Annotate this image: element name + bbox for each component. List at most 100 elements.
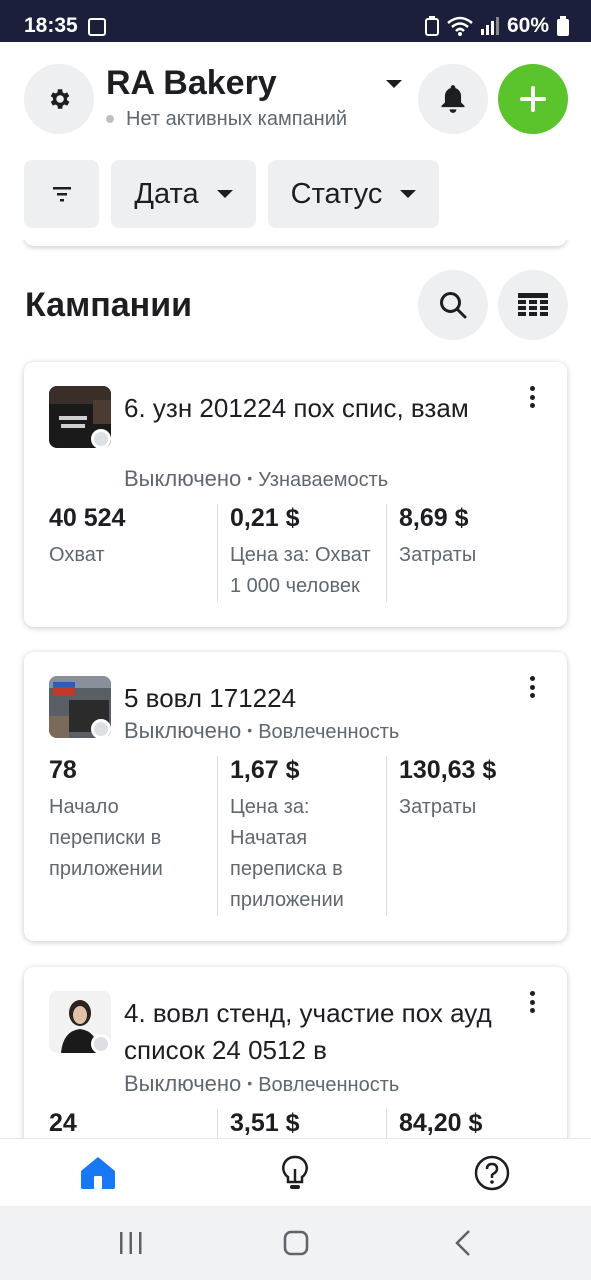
recent-apps-icon <box>120 1232 142 1254</box>
more-options-icon[interactable] <box>529 676 535 698</box>
campaign-card[interactable]: 4. вовл стенд, участие пох ауд список 24… <box>24 967 567 1138</box>
search-button[interactable] <box>418 270 488 340</box>
notifications-button[interactable] <box>418 64 488 134</box>
account-status: Нет активных кампаний <box>126 108 348 130</box>
metric: 3,51 $ <box>218 1109 387 1138</box>
system-nav-bar <box>0 1206 591 1280</box>
battery-icon <box>557 16 569 36</box>
metric-value: 0,21 $ <box>230 504 300 532</box>
wifi-icon <box>447 16 473 36</box>
metric: 78 Начало переписки в приложении <box>49 756 218 916</box>
campaign-objective: Вовлеченность <box>258 721 400 743</box>
home-square-icon <box>283 1230 309 1256</box>
gallery-notification-icon <box>88 18 106 36</box>
campaign-name[interactable]: 6. узн 201224 пох спис, взам <box>124 390 504 427</box>
back-button[interactable] <box>448 1228 478 1258</box>
account-dropdown-icon[interactable] <box>386 80 402 88</box>
campaign-name[interactable]: 4. вовл стенд, участие пох ауд список 24… <box>124 995 504 1069</box>
meta-separator: • <box>247 722 253 738</box>
metric-label: Начало переписки в приложении <box>49 796 163 880</box>
campaign-state: Выключено <box>124 466 242 491</box>
metric-value: 8,69 $ <box>399 504 469 532</box>
filter-row: Дата Статус <box>24 160 439 228</box>
campaign-state: Выключено <box>124 718 242 743</box>
metric-value: 1,67 $ <box>230 756 300 784</box>
more-options-icon[interactable] <box>529 991 535 1013</box>
nav-help[interactable] <box>472 1153 512 1193</box>
campaign-status-dot <box>91 719 111 739</box>
section-title: Кампании <box>25 286 193 324</box>
campaign-card[interactable]: 5 вовл 171224 Выключено • Вовлеченность 78… <box>24 652 567 941</box>
meta-separator: • <box>247 470 253 486</box>
settings-button[interactable] <box>24 64 94 134</box>
metric: 8,69 $ Затраты <box>387 504 556 602</box>
campaigns-scroll-area[interactable]: Кампании 6. узн 201224 пох спис, взам Вы… <box>0 240 591 1138</box>
back-icon <box>455 1230 470 1256</box>
home-icon <box>81 1157 115 1189</box>
metric-label: Охват <box>49 544 105 566</box>
campaign-meta: Выключено • Вовлеченность <box>124 718 399 744</box>
battery-saver-icon <box>424 16 439 36</box>
search-icon <box>440 292 467 319</box>
more-options-icon[interactable] <box>529 386 535 408</box>
campaign-card[interactable]: 6. узн 201224 пох спис, взам Выключено • У… <box>24 362 567 627</box>
previous-card-edge <box>24 240 567 246</box>
campaign-metrics: 78 Начало переписки в приложении 1,67 $ … <box>49 756 567 916</box>
metric-value: 40 524 <box>49 504 126 532</box>
recent-apps-button[interactable] <box>116 1228 146 1258</box>
campaign-objective: Вовлеченность <box>258 1074 400 1096</box>
campaign-metrics: 40 524 Охват 0,21 $ Цена за: Охват 1 000… <box>49 504 567 602</box>
table-icon <box>518 293 548 316</box>
status-filter-label: Статус <box>290 177 383 210</box>
plus-icon <box>520 86 546 112</box>
chevron-down-icon <box>400 190 417 198</box>
campaign-objective: Узнаваемость <box>258 469 389 491</box>
metric-label: Цена за: Начатая переписка в приложении <box>230 796 344 911</box>
create-button[interactable] <box>498 64 568 134</box>
campaign-meta: Выключено • Узнаваемость <box>124 466 388 492</box>
nav-home[interactable] <box>78 1153 118 1193</box>
campaign-state: Выключено <box>124 1071 242 1096</box>
battery-percent: 60% <box>506 14 549 37</box>
nav-insights[interactable] <box>275 1153 315 1193</box>
filter-button[interactable] <box>24 160 99 228</box>
metric: 40 524 Охват <box>49 504 218 602</box>
status-bar: 18:35 60% <box>0 0 591 42</box>
campaign-status-dot <box>91 429 111 449</box>
bottom-nav <box>0 1138 591 1206</box>
metric: 1,67 $ Цена за: Начатая переписка в прил… <box>218 756 387 916</box>
metric-label: Затраты <box>399 544 477 566</box>
metric-value: 24 <box>49 1109 77 1137</box>
metric-value: 130,63 $ <box>399 756 497 784</box>
help-icon <box>474 1155 510 1191</box>
bell-icon <box>441 85 465 113</box>
filter-icon <box>52 187 71 202</box>
signal-icon <box>480 17 499 35</box>
metric-value: 3,51 $ <box>230 1109 300 1137</box>
metric-label: Затраты <box>399 796 477 818</box>
metric: 24 <box>49 1109 218 1138</box>
account-name[interactable]: RA Bakery <box>106 64 277 103</box>
lightbulb-icon <box>282 1155 308 1189</box>
status-time: 18:35 <box>24 14 78 37</box>
metric-value: 78 <box>49 756 77 784</box>
table-view-button[interactable] <box>498 270 568 340</box>
status-right: 60% <box>424 14 569 38</box>
campaign-meta: Выключено • Вовлеченность <box>124 1071 399 1097</box>
metric-value: 84,20 $ <box>399 1109 483 1137</box>
metric: 84,20 $ <box>387 1109 556 1138</box>
meta-separator: • <box>247 1075 253 1091</box>
chevron-down-icon <box>216 190 233 198</box>
app-header: RA Bakery Нет активных кампаний Дата Ста… <box>0 42 591 240</box>
campaign-name[interactable]: 5 вовл 171224 <box>124 680 504 717</box>
campaign-metrics: 24 3,51 $ 84,20 $ <box>49 1109 567 1138</box>
status-filter[interactable]: Статус <box>268 160 439 228</box>
home-system-button[interactable] <box>281 1228 311 1258</box>
metric: 130,63 $ Затраты <box>387 756 556 916</box>
date-filter-label: Дата <box>134 177 199 210</box>
campaign-status-dot <box>91 1034 111 1054</box>
settings-icon <box>50 89 70 109</box>
date-filter[interactable]: Дата <box>111 160 256 228</box>
metric-label: Цена за: Охват 1 000 человек <box>230 544 371 597</box>
metric: 0,21 $ Цена за: Охват 1 000 человек <box>218 504 387 602</box>
